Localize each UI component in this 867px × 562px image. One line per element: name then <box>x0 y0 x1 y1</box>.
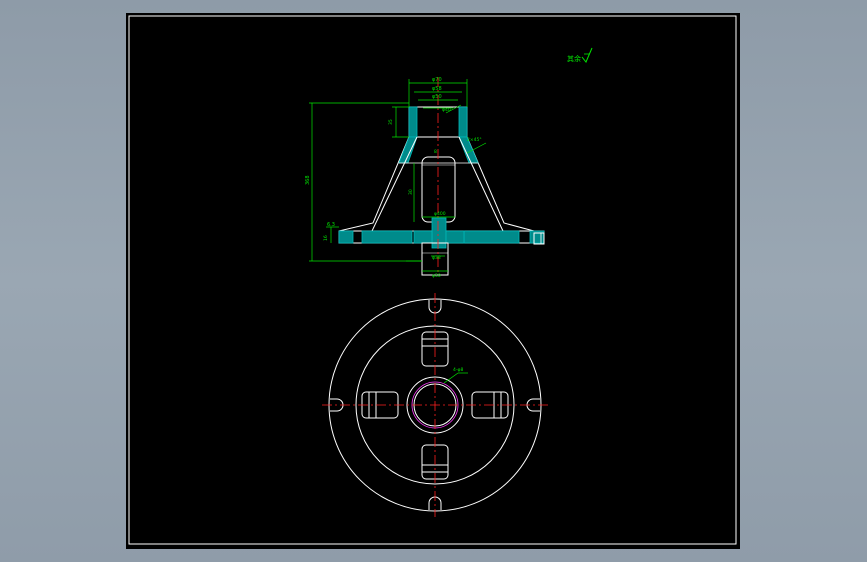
cad-drawing: 其余 φ70 φ58 φ50 φ40 35 368 30 8 6.3 16 φ4… <box>128 15 737 545</box>
cone-outer-left <box>338 136 410 232</box>
plan-view: 4-φ8 <box>322 293 548 517</box>
section-view: φ70 φ58 φ50 φ40 35 368 30 8 6.3 16 φ400 … <box>305 77 545 279</box>
cad-viewport[interactable]: 其余 φ70 φ58 φ50 φ40 35 368 30 8 6.3 16 φ4… <box>0 0 867 562</box>
dim-top-bore: φ40 <box>442 107 451 113</box>
cone-outer-right <box>466 136 535 232</box>
roughness-symbol: 其余 <box>567 47 593 63</box>
dim-slot-height: 30 <box>408 189 414 195</box>
dim-base-width: φ400 <box>434 211 446 217</box>
drawing-sheet[interactable]: 其余 φ70 φ58 φ50 φ40 35 368 30 8 6.3 16 φ4… <box>126 13 740 549</box>
dim-top-outer: φ70 <box>432 77 442 83</box>
hole-callout: 4-φ8 <box>453 367 463 373</box>
cone-hatch-left <box>398 136 418 164</box>
dim-cone-wall: 8 <box>434 149 437 155</box>
dim-shaft-bottom: φ50 <box>432 273 441 279</box>
dim-shaft-dia: φ38 <box>432 255 441 261</box>
dim-base-thickness: 16 <box>323 235 329 241</box>
collar-wall-right <box>458 106 468 138</box>
dim-top-height: 35 <box>388 119 394 125</box>
dim-chamfer: 2×45° <box>467 137 482 143</box>
dim-top-inner: φ50 <box>432 94 442 100</box>
dim-top-mid: φ58 <box>432 86 442 92</box>
roughness-note-text: 其余 <box>567 54 581 63</box>
dim-flange-label: 6.3 <box>327 222 335 228</box>
dim-total-height: 368 <box>305 175 311 185</box>
collar-wall-left <box>408 106 418 138</box>
